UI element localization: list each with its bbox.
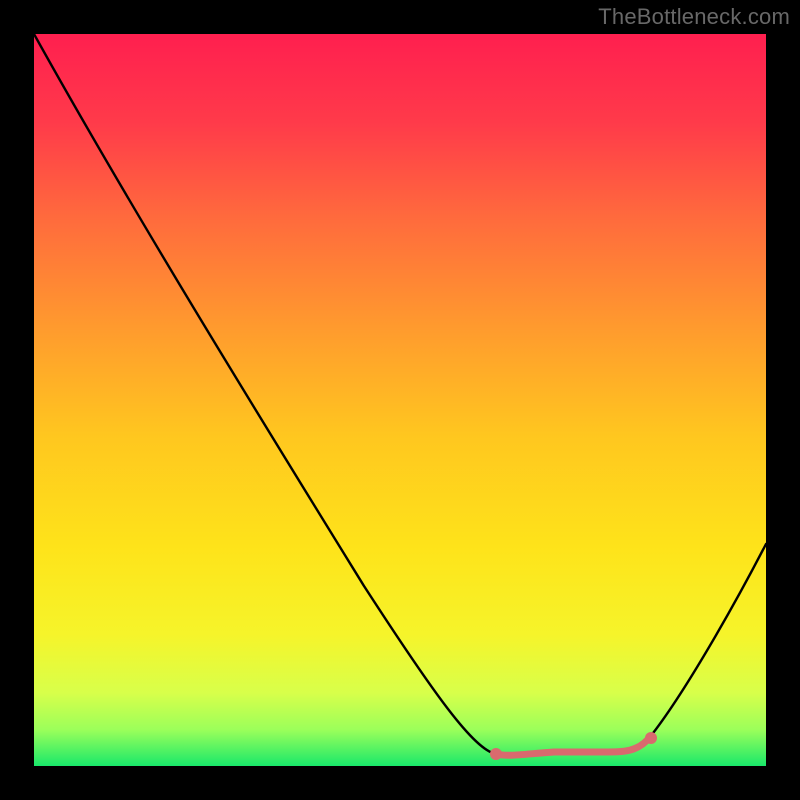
watermark-text: TheBottleneck.com: [598, 4, 790, 30]
gradient-background: [34, 34, 766, 766]
chart-frame: TheBottleneck.com: [0, 0, 800, 800]
optimal-start-dot: [490, 748, 502, 760]
chart-svg: [34, 34, 766, 766]
optimal-end-dot: [645, 732, 657, 744]
plot-area: [34, 34, 766, 766]
